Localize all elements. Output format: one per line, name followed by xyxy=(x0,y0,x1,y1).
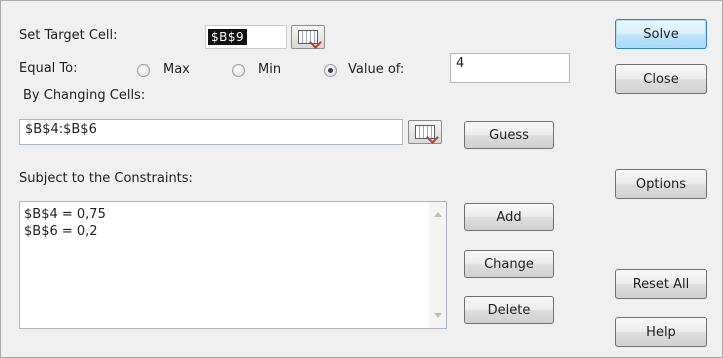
constraints-scrollbar[interactable] xyxy=(429,202,446,328)
scroll-down-icon[interactable] xyxy=(434,313,442,318)
collapse-dialog-icon xyxy=(298,30,318,44)
changing-cells-text: $B$4:$B$6 xyxy=(25,122,97,137)
target-cell-ref-button[interactable] xyxy=(291,25,325,49)
value-of-text: 4 xyxy=(456,56,465,71)
constraints-label: Subject to the Constraints: xyxy=(19,171,193,186)
options-button[interactable]: Options xyxy=(615,169,707,199)
delete-button[interactable]: Delete xyxy=(464,296,554,324)
radio-min[interactable] xyxy=(232,64,245,77)
help-button[interactable]: Help xyxy=(615,317,707,347)
close-button[interactable]: Close xyxy=(615,64,707,94)
target-cell-input[interactable]: $B$9 xyxy=(205,25,287,49)
collapse-dialog-icon xyxy=(415,125,435,139)
list-item[interactable]: $B$4 = 0,75 xyxy=(20,206,446,223)
changing-cells-label: By Changing Cells: xyxy=(23,88,146,103)
change-button[interactable]: Change xyxy=(464,250,554,278)
constraints-list[interactable]: $B$4 = 0,75 $B$6 = 0,2 xyxy=(19,201,447,329)
add-button[interactable]: Add xyxy=(464,203,554,231)
radio-value-of-label[interactable]: Value of: xyxy=(348,62,404,77)
scroll-up-icon[interactable] xyxy=(434,212,442,217)
radio-max-label[interactable]: Max xyxy=(163,62,190,77)
list-item[interactable]: $B$6 = 0,2 xyxy=(20,223,446,240)
value-of-input[interactable]: 4 xyxy=(450,53,570,83)
target-cell-label: Set Target Cell: xyxy=(19,28,118,43)
changing-cells-ref-button[interactable] xyxy=(408,120,442,144)
reset-all-button[interactable]: Reset All xyxy=(615,269,707,299)
radio-min-label[interactable]: Min xyxy=(258,62,281,77)
guess-button[interactable]: Guess xyxy=(464,121,554,149)
solve-button[interactable]: Solve xyxy=(615,19,707,49)
radio-value-of[interactable] xyxy=(324,64,337,77)
solver-parameters-dialog: Set Target Cell: $B$9 Equal To: Max Min … xyxy=(0,0,723,358)
radio-max[interactable] xyxy=(137,64,150,77)
equal-to-label: Equal To: xyxy=(19,61,78,76)
changing-cells-input[interactable]: $B$4:$B$6 xyxy=(19,119,403,145)
target-cell-value: $B$9 xyxy=(208,29,248,45)
